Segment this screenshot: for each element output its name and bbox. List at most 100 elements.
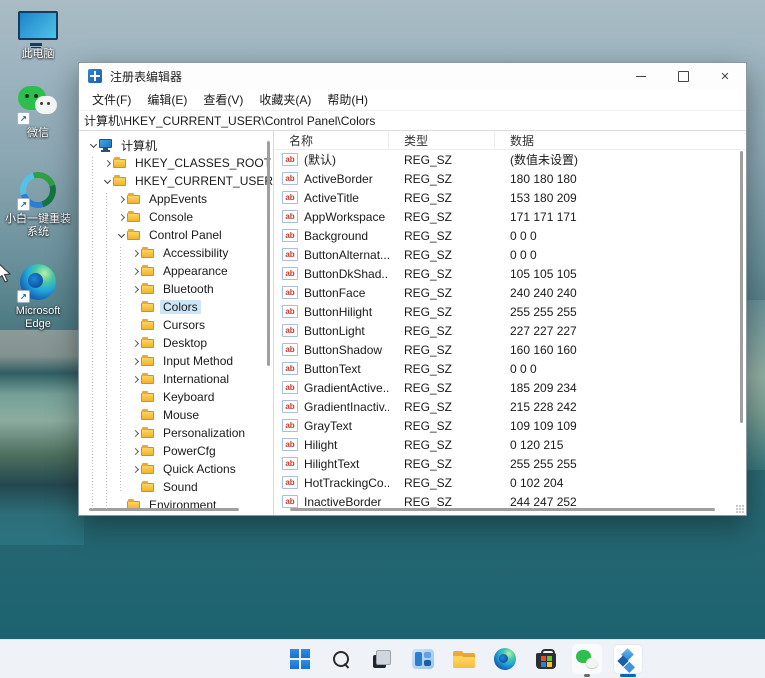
value-row-buttonhilight[interactable]: ButtonHilightREG_SZ255 255 255 xyxy=(274,302,746,321)
taskbar-file-explorer-button[interactable] xyxy=(449,644,479,674)
resize-grip[interactable] xyxy=(736,505,744,513)
tree-item-accessibility[interactable]: Accessibility xyxy=(79,244,273,262)
value-row-hilight[interactable]: HilightREG_SZ0 120 215 xyxy=(274,435,746,454)
chevron-down-icon[interactable] xyxy=(101,180,113,183)
desktop-icon-this-pc[interactable]: 此电脑 xyxy=(5,5,71,61)
tree-vertical-scrollbar[interactable] xyxy=(267,141,270,366)
folder-icon xyxy=(141,445,156,457)
chevron-right-icon[interactable] xyxy=(115,197,127,202)
chevron-right-icon[interactable] xyxy=(129,269,141,274)
value-row-buttonlight[interactable]: ButtonLightREG_SZ227 227 227 xyxy=(274,321,746,340)
menu-a[interactable]: 收藏夹(A) xyxy=(252,89,318,110)
taskbar-wechat-button[interactable] xyxy=(572,644,602,674)
taskbar-registry-editor-button[interactable] xyxy=(613,644,643,674)
tree-item-personalization[interactable]: Personalization xyxy=(79,424,273,442)
tree-item-label: Colors xyxy=(160,300,201,314)
tree-item-hkey-classes-root[interactable]: HKEY_CLASSES_ROOT xyxy=(79,154,273,172)
maximize-button[interactable] xyxy=(662,63,704,89)
value-row-buttonalternat[interactable]: ButtonAlternat...REG_SZ0 0 0 xyxy=(274,245,746,264)
monitor-icon xyxy=(18,5,58,45)
value-row-hottrackingco[interactable]: HotTrackingCo...REG_SZ0 102 204 xyxy=(274,473,746,492)
tree-item-item[interactable]: 计算机 xyxy=(79,136,273,154)
tree-item-desktop[interactable]: Desktop xyxy=(79,334,273,352)
taskbar-store-button[interactable] xyxy=(531,644,561,674)
address-bar[interactable]: 计算机\HKEY_CURRENT_USER\Control Panel\Colo… xyxy=(79,110,746,131)
desktop-icon-microsoft-edge[interactable]: ↗MicrosoftEdge xyxy=(5,262,71,331)
chevron-right-icon[interactable] xyxy=(129,287,141,292)
value-type: REG_SZ xyxy=(389,305,495,319)
tree-item-quick-actions[interactable]: Quick Actions xyxy=(79,460,273,478)
tree-item-input-method[interactable]: Input Method xyxy=(79,352,273,370)
value-row-activeborder[interactable]: ActiveBorderREG_SZ180 180 180 xyxy=(274,169,746,188)
value-row-appworkspace[interactable]: AppWorkspaceREG_SZ171 171 171 xyxy=(274,207,746,226)
value-name: ButtonFace xyxy=(274,286,389,300)
reg-sz-string-icon xyxy=(282,400,298,413)
tree-item-control-panel[interactable]: Control Panel xyxy=(79,226,273,244)
tree-item-appevents[interactable]: AppEvents xyxy=(79,190,273,208)
taskbar-edge-button[interactable] xyxy=(490,644,520,674)
list-vertical-scrollbar[interactable] xyxy=(740,151,743,423)
column-header-item-2[interactable]: 数据 xyxy=(495,131,746,149)
value-row-activetitle[interactable]: ActiveTitleREG_SZ153 180 209 xyxy=(274,188,746,207)
tree-item-mouse[interactable]: Mouse xyxy=(79,406,273,424)
value-row-buttonshadow[interactable]: ButtonShadowREG_SZ160 160 160 xyxy=(274,340,746,359)
reg-sz-string-icon xyxy=(282,362,298,375)
tree-item-console[interactable]: Console xyxy=(79,208,273,226)
value-row-background[interactable]: BackgroundREG_SZ0 0 0 xyxy=(274,226,746,245)
column-header-item-1[interactable]: 类型 xyxy=(389,131,495,149)
taskbar-start-button[interactable] xyxy=(285,644,315,674)
close-button[interactable] xyxy=(704,63,746,89)
value-row-gradientactive[interactable]: GradientActive...REG_SZ185 209 234 xyxy=(274,378,746,397)
taskbar-widgets-button[interactable] xyxy=(408,644,438,674)
chevron-right-icon[interactable] xyxy=(129,251,141,256)
title-bar[interactable]: 注册表编辑器 xyxy=(79,63,746,89)
value-row-buttontext[interactable]: ButtonTextREG_SZ0 0 0 xyxy=(274,359,746,378)
tree-item-international[interactable]: International xyxy=(79,370,273,388)
reg-sz-string-icon xyxy=(282,381,298,394)
value-data: 0 0 0 xyxy=(495,229,746,243)
tree-item-environment[interactable]: Environment xyxy=(79,496,273,514)
minimize-button[interactable] xyxy=(620,63,662,89)
menu-h[interactable]: 帮助(H) xyxy=(320,89,375,110)
tree-horizontal-scrollbar[interactable] xyxy=(89,508,239,511)
tree-item-colors[interactable]: Colors xyxy=(79,298,273,316)
chevron-right-icon[interactable] xyxy=(129,341,141,346)
chevron-right-icon[interactable] xyxy=(129,467,141,472)
column-header-item-0[interactable]: 名称 xyxy=(274,131,389,149)
chevron-right-icon[interactable] xyxy=(129,431,141,436)
chevron-down-icon[interactable] xyxy=(87,144,99,147)
chevron-right-icon[interactable] xyxy=(115,215,127,220)
menu-e[interactable]: 编辑(E) xyxy=(140,89,194,110)
value-row-hilighttext[interactable]: HilightTextREG_SZ255 255 255 xyxy=(274,454,746,473)
value-row-graytext[interactable]: GrayTextREG_SZ109 109 109 xyxy=(274,416,746,435)
chevron-right-icon[interactable] xyxy=(101,161,113,166)
value-row-buttonface[interactable]: ButtonFaceREG_SZ240 240 240 xyxy=(274,283,746,302)
list-horizontal-scrollbar[interactable] xyxy=(290,508,715,511)
value-type: REG_SZ xyxy=(389,381,495,395)
reg-sz-string-icon xyxy=(282,457,298,470)
reg-sz-string-icon xyxy=(282,286,298,299)
menu-v[interactable]: 查看(V) xyxy=(196,89,250,110)
tree-item-appearance[interactable]: Appearance xyxy=(79,262,273,280)
chevron-right-icon[interactable] xyxy=(129,449,141,454)
tree-item-label: Console xyxy=(146,210,196,224)
value-row-buttondkshad[interactable]: ButtonDkShad...REG_SZ105 105 105 xyxy=(274,264,746,283)
tree-item-bluetooth[interactable]: Bluetooth xyxy=(79,280,273,298)
tree-item-cursors[interactable]: Cursors xyxy=(79,316,273,334)
tree-item-hkey-current-user[interactable]: HKEY_CURRENT_USER xyxy=(79,172,273,190)
tree-item-sound[interactable]: Sound xyxy=(79,478,273,496)
tree-item-powercfg[interactable]: PowerCfg xyxy=(79,442,273,460)
value-row-gradientinactiv[interactable]: GradientInactiv...REG_SZ215 228 242 xyxy=(274,397,746,416)
chevron-down-icon[interactable] xyxy=(115,234,127,237)
taskbar-task-view-button[interactable] xyxy=(367,644,397,674)
chevron-right-icon[interactable] xyxy=(129,359,141,364)
taskbar-search-button[interactable] xyxy=(326,644,356,674)
value-type: REG_SZ xyxy=(389,191,495,205)
desktop-icon-wechat[interactable]: ↗微信 xyxy=(5,84,71,140)
chevron-right-icon[interactable] xyxy=(129,377,141,382)
value-row-item[interactable]: (默认)REG_SZ(数值未设置) xyxy=(274,150,746,169)
desktop-icon-xiaobai-reinstall[interactable]: ↗小白一键重装系统 xyxy=(5,170,71,239)
menu-f[interactable]: 文件(F) xyxy=(85,89,138,110)
tree-item-keyboard[interactable]: Keyboard xyxy=(79,388,273,406)
desktop: 此电脑 ↗微信 ↗小白一键重装系统 ↗MicrosoftEdge 注册表编辑器 文件(… xyxy=(0,0,765,678)
